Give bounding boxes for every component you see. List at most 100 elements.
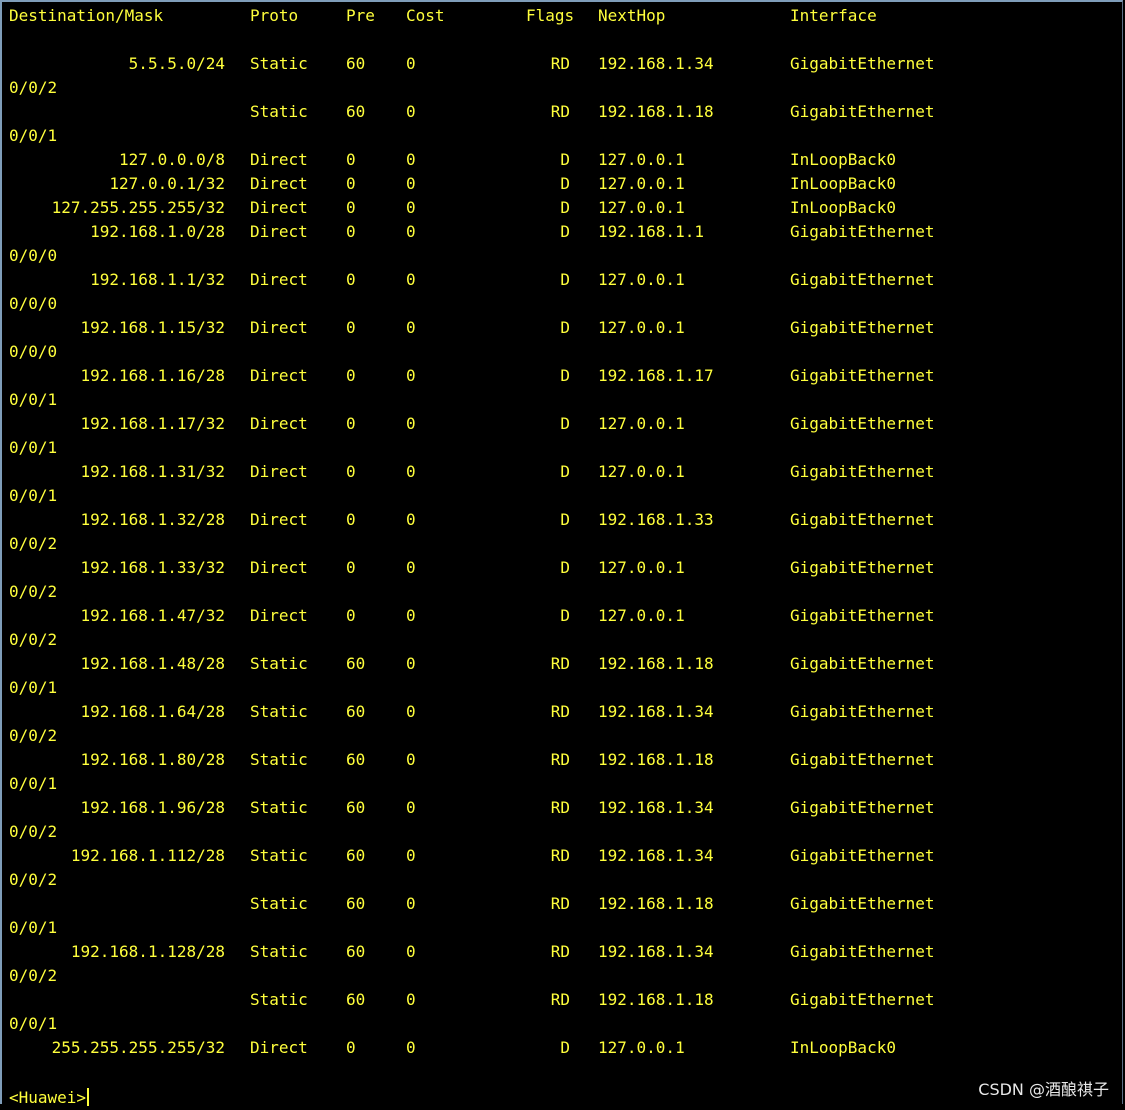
route-cost: 0	[406, 894, 416, 913]
route-interface: GigabitEthernet	[790, 222, 935, 241]
route-destination: 127.0.0.0/8	[119, 150, 225, 169]
route-destination: 192.168.1.48/28	[80, 654, 226, 673]
routing-table-header: Destination/Mask Proto Pre Cost Flags Ne…	[0, 4, 1125, 28]
route-row: 192.168.1.48/28 Static 60 0 RD 192.168.1.18 Gi…	[0, 652, 1125, 676]
route-row-wrap: 0/0/2	[0, 868, 1125, 892]
route-cost: 0	[406, 366, 416, 385]
route-interface-suffix: 0/0/2	[9, 78, 58, 97]
route-proto: Direct	[250, 366, 308, 385]
route-cost: 0	[406, 150, 416, 169]
route-cost: 0	[406, 198, 416, 217]
route-destination: 192.168.1.33/32	[80, 558, 226, 577]
command-prompt[interactable]: <Huawei>	[9, 1086, 90, 1110]
route-pre: 0	[346, 222, 356, 241]
route-nexthop: 127.0.0.1	[598, 606, 685, 625]
route-row-wrap: 0/0/1	[0, 124, 1125, 148]
route-interface-suffix: 0/0/0	[9, 246, 58, 265]
route-row: 192.168.1.16/28 Direct 0 0 D 192.168.1.17 Giga…	[0, 364, 1125, 388]
route-proto: Direct	[250, 1038, 308, 1057]
route-flags: D	[560, 606, 570, 625]
route-flags: RD	[550, 894, 570, 913]
header-interface: Interface	[790, 6, 877, 25]
route-destination: 192.168.1.128/28	[70, 942, 225, 961]
route-flags: D	[560, 174, 570, 193]
route-nexthop: 127.0.0.1	[598, 318, 685, 337]
route-interface-suffix: 0/0/1	[9, 774, 58, 793]
route-pre: 60	[346, 54, 366, 73]
route-row-wrap: 0/0/0	[0, 340, 1125, 364]
route-row: 192.168.1.32/28 Direct 0 0 D 192.168.1.33 Giga…	[0, 508, 1125, 532]
route-cost: 0	[406, 222, 416, 241]
route-pre: 0	[346, 414, 356, 433]
route-flags: RD	[550, 798, 570, 817]
route-proto: Direct	[250, 558, 308, 577]
route-interface: GigabitEthernet	[790, 102, 935, 121]
route-row: 192.168.1.31/32 Direct 0 0 D 127.0.0.1 Gigabit…	[0, 460, 1125, 484]
route-interface: GigabitEthernet	[790, 414, 935, 433]
route-pre: 60	[346, 702, 366, 721]
route-nexthop: 192.168.1.17	[598, 366, 714, 385]
route-pre: 0	[346, 558, 356, 577]
route-row-wrap: 0/0/1	[0, 1012, 1125, 1036]
route-proto: Direct	[250, 510, 308, 529]
route-proto: Static	[250, 942, 308, 961]
route-cost: 0	[406, 1038, 416, 1057]
route-row: 5.5.5.0/24 Static 60 0 RD 192.168.1.34 Gigabit…	[0, 52, 1125, 76]
route-row: 192.168.1.33/32 Direct 0 0 D 127.0.0.1 Gigabit…	[0, 556, 1125, 580]
route-interface: GigabitEthernet	[790, 54, 935, 73]
route-interface-suffix: 0/0/0	[9, 294, 58, 313]
route-row-wrap: 0/0/1	[0, 484, 1125, 508]
route-nexthop: 192.168.1.34	[598, 702, 714, 721]
route-proto: Direct	[250, 174, 308, 193]
route-pre: 0	[346, 198, 356, 217]
route-cost: 0	[406, 414, 416, 433]
route-destination: 192.168.1.1/32	[90, 270, 225, 289]
route-nexthop: 192.168.1.1	[598, 222, 704, 241]
route-flags: D	[560, 222, 570, 241]
route-nexthop: 127.0.0.1	[598, 414, 685, 433]
route-cost: 0	[406, 558, 416, 577]
terminal-output[interactable]: Destination/Mask Proto Pre Cost Flags Ne…	[0, 0, 1125, 1107]
route-interface-suffix: 0/0/1	[9, 390, 58, 409]
route-nexthop: 127.0.0.1	[598, 462, 685, 481]
route-row-wrap: 0/0/1	[0, 388, 1125, 412]
route-flags: RD	[550, 942, 570, 961]
route-row: Static 60 0 RD 192.168.1.18 GigabitEthernet	[0, 892, 1125, 916]
route-proto: Static	[250, 990, 308, 1009]
route-cost: 0	[406, 174, 416, 193]
route-proto: Direct	[250, 198, 308, 217]
route-proto: Static	[250, 654, 308, 673]
route-cost: 0	[406, 798, 416, 817]
route-pre: 60	[346, 750, 366, 769]
route-interface: InLoopBack0	[790, 1038, 896, 1057]
route-destination: 192.168.1.80/28	[80, 750, 226, 769]
route-flags: RD	[550, 846, 570, 865]
route-destination: 192.168.1.17/32	[80, 414, 226, 433]
route-nexthop: 192.168.1.18	[598, 894, 714, 913]
route-interface-suffix: 0/0/1	[9, 678, 58, 697]
route-nexthop: 192.168.1.34	[598, 846, 714, 865]
route-interface-suffix: 0/0/1	[9, 486, 58, 505]
route-pre: 0	[346, 606, 356, 625]
route-nexthop: 127.0.0.1	[598, 174, 685, 193]
route-proto: Direct	[250, 414, 308, 433]
route-flags: D	[560, 462, 570, 481]
route-interface: GigabitEthernet	[790, 846, 935, 865]
route-interface-suffix: 0/0/2	[9, 630, 58, 649]
route-cost: 0	[406, 846, 416, 865]
route-flags: RD	[550, 654, 570, 673]
route-row: 127.0.0.0/8 Direct 0 0 D 127.0.0.1 InLoopBack0	[0, 148, 1125, 172]
route-flags: RD	[550, 750, 570, 769]
route-proto: Static	[250, 894, 308, 913]
route-proto: Direct	[250, 222, 308, 241]
route-nexthop: 127.0.0.1	[598, 270, 685, 289]
route-interface: GigabitEthernet	[790, 654, 935, 673]
route-cost: 0	[406, 54, 416, 73]
route-proto: Direct	[250, 462, 308, 481]
route-row-wrap: 0/0/1	[0, 916, 1125, 940]
route-pre: 0	[346, 462, 356, 481]
route-proto: Static	[250, 798, 308, 817]
route-flags: D	[560, 1038, 570, 1057]
route-cost: 0	[406, 942, 416, 961]
route-pre: 60	[346, 942, 366, 961]
